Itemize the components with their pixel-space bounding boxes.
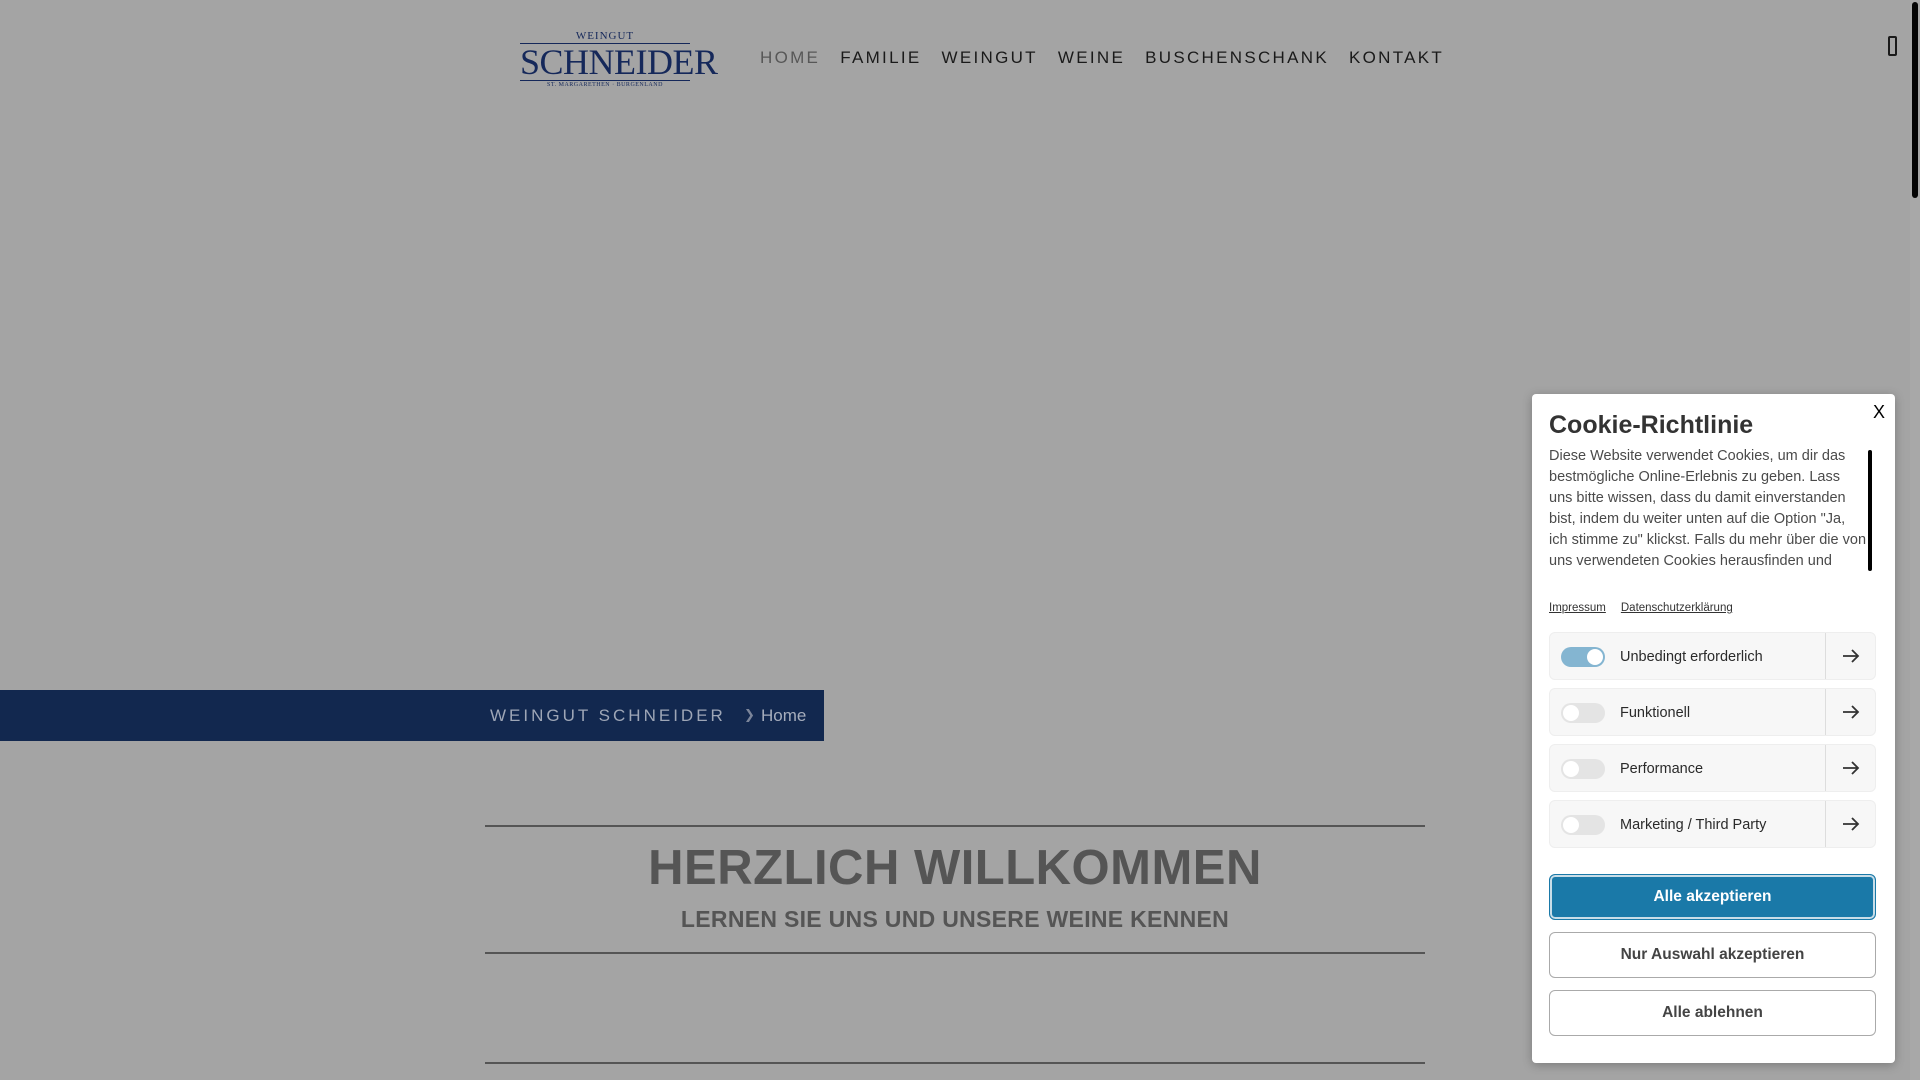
cookie-category-marketing: Marketing / Third Party	[1549, 800, 1876, 848]
nav-item-familie[interactable]: FAMILIE	[840, 48, 921, 68]
cookie-category-necessary: Unbedingt erforderlich	[1549, 632, 1876, 680]
page-scrollbar-thumb[interactable]	[1912, 2, 1918, 198]
breadcrumb-home-link[interactable]: Home	[761, 706, 806, 726]
impressum-link[interactable]: Impressum	[1549, 602, 1606, 614]
category-label: Marketing / Third Party	[1620, 817, 1767, 833]
breadcrumb-site-title: WEINGUT SCHNEIDER	[490, 706, 726, 725]
toggle-knob	[1563, 705, 1579, 721]
welcome-title: HERZLICH WILLKOMMEN	[648, 841, 1262, 895]
category-label: Performance	[1620, 761, 1704, 777]
logo-top-text: WEINGUT	[575, 30, 635, 42]
nav-item-home[interactable]: HOME	[760, 48, 820, 68]
arrow-right-icon[interactable]	[1825, 801, 1875, 847]
close-icon[interactable]: X	[1873, 402, 1885, 422]
nav-item-kontakt[interactable]: KONTAKT	[1349, 48, 1444, 68]
cookie-links: Impressum Datenschutzerklärung	[1549, 602, 1733, 614]
toggle-knob	[1563, 817, 1579, 833]
nav-item-weine[interactable]: WEINE	[1058, 48, 1125, 68]
arrow-right-icon[interactable]	[1825, 745, 1875, 791]
toggle-necessary[interactable]	[1561, 647, 1605, 667]
divider-middle	[485, 952, 1425, 954]
toggle-knob	[1587, 649, 1603, 665]
datenschutz-link[interactable]: Datenschutzerklärung	[1621, 602, 1733, 614]
toggle-knob	[1563, 761, 1579, 777]
cookie-dialog: X Cookie-Richtlinie Diese Website verwen…	[1532, 394, 1895, 1063]
breadcrumb: WEINGUT SCHNEIDER ❯ Home	[0, 690, 824, 741]
main-nav: HOME FAMILIE WEINGUT WEINE BUSCHENSCHANK…	[760, 48, 1464, 68]
category-label: Funktionell	[1620, 705, 1691, 721]
cookie-title: Cookie-Richtlinie	[1549, 411, 1754, 439]
accept-all-button[interactable]: Alle akzeptieren	[1549, 874, 1876, 920]
nav-item-weingut[interactable]: WEINGUT	[942, 48, 1038, 68]
nav-item-buschenschank[interactable]: BUSCHENSCHANK	[1145, 48, 1329, 68]
toggle-marketing[interactable]	[1561, 815, 1605, 835]
site-logo[interactable]: WEINGUT SCHNEIDER ST. MARGARETHEN · BURG…	[520, 30, 718, 88]
logo-main-text: SCHNEIDER	[520, 42, 718, 82]
cookie-text-scroll-area[interactable]: Diese Website verwendet Cookies, um dir …	[1549, 446, 1881, 566]
cookie-category-performance: Performance	[1549, 744, 1876, 792]
cookie-text-scrollbar[interactable]	[1868, 450, 1872, 571]
logo-sub-text: ST. MARGARETHEN · BURGENLAND	[547, 82, 663, 88]
page-scrollbar[interactable]	[1910, 0, 1920, 1080]
accept-selection-button[interactable]: Nur Auswahl akzeptieren	[1549, 932, 1876, 978]
category-label: Unbedingt erforderlich	[1620, 649, 1763, 665]
arrow-right-icon[interactable]	[1825, 689, 1875, 735]
welcome-subtitle: LERNEN SIE UNS UND UNSERE WEINE KENNEN	[680, 906, 1230, 932]
divider-top	[485, 825, 1425, 827]
reject-all-button[interactable]: Alle ablehnen	[1549, 990, 1876, 1036]
chevron-right-icon: ❯	[744, 707, 755, 722]
toggle-functional[interactable]	[1561, 703, 1605, 723]
menu-toggle-icon[interactable]	[1888, 36, 1897, 56]
arrow-right-icon[interactable]	[1825, 633, 1875, 679]
divider-bottom	[485, 1062, 1425, 1064]
cookie-description: Diese Website verwendet Cookies, um dir …	[1549, 448, 1867, 566]
cookie-category-functional: Funktionell	[1549, 688, 1876, 736]
toggle-performance[interactable]	[1561, 759, 1605, 779]
